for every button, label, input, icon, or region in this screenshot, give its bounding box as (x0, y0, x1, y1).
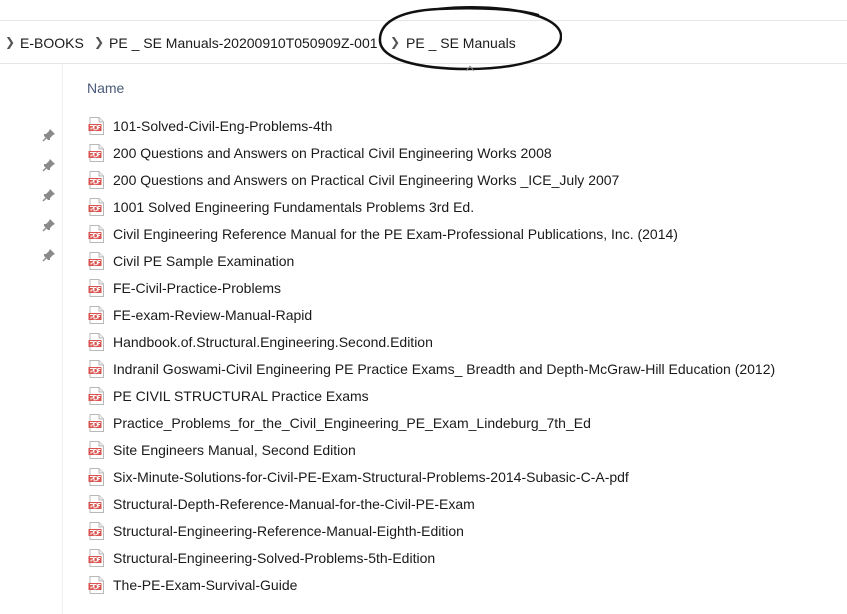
file-name: 101-Solved-Civil-Eng-Problems-4th (113, 118, 333, 134)
pin-icon (42, 189, 55, 202)
file-name: FE-Civil-Practice-Problems (113, 280, 282, 296)
file-name: Practice_Problems_for_the_Civil_Engineer… (113, 415, 591, 431)
file-row[interactable]: PE CIVIL STRUCTURAL Practice Exams (88, 385, 828, 407)
pdf-file-icon (88, 441, 105, 459)
nav-pane-divider (62, 64, 63, 614)
file-row[interactable]: Practice_Problems_for_the_Civil_Engineer… (88, 412, 828, 434)
file-row[interactable]: The-PE-Exam-Survival-Guide (88, 574, 828, 596)
file-row[interactable]: Structural-Engineering-Reference-Manual-… (88, 520, 828, 542)
file-row[interactable]: Indranil Goswami-Civil Engineering PE Pr… (88, 358, 828, 380)
file-name: Structural-Engineering-Reference-Manual-… (113, 523, 464, 539)
pdf-file-icon (88, 171, 105, 189)
file-name: Handbook.of.Structural.Engineering.Secon… (113, 334, 433, 350)
pdf-file-icon (88, 306, 105, 324)
file-name: Structural-Depth-Reference-Manual-for-th… (113, 496, 475, 512)
file-row[interactable]: FE-Civil-Practice-Problems (88, 277, 828, 299)
pdf-file-icon (88, 279, 105, 297)
file-name: The-PE-Exam-Survival-Guide (113, 577, 298, 593)
file-row[interactable]: 101-Solved-Civil-Eng-Problems-4th (88, 115, 828, 137)
pdf-file-icon (88, 252, 105, 270)
pdf-file-icon (88, 387, 105, 405)
file-name: 200 Questions and Answers on Practical C… (113, 145, 552, 161)
file-name: Civil PE Sample Examination (113, 253, 295, 269)
file-row[interactable]: Civil PE Sample Examination (88, 250, 828, 272)
file-name: Structural-Engineering-Solved-Problems-5… (113, 550, 436, 566)
file-name: FE-exam-Review-Manual-Rapid (113, 307, 313, 323)
breadcrumb-item-ebooks[interactable]: E-BOOKS (20, 35, 84, 51)
file-row[interactable]: FE-exam-Review-Manual-Rapid (88, 304, 828, 326)
breadcrumb-item-manuals-zip[interactable]: PE _ SE Manuals-20200910T050909Z-001 (109, 35, 378, 51)
pdf-file-icon (88, 495, 105, 513)
pdf-file-icon (88, 414, 105, 432)
file-row[interactable]: Civil Engineering Reference Manual for t… (88, 223, 828, 245)
column-header-name[interactable]: Name (87, 80, 124, 96)
pdf-file-icon (88, 117, 105, 135)
pdf-file-icon (88, 576, 105, 594)
pdf-file-icon (88, 522, 105, 540)
pin-icon (42, 159, 55, 172)
file-name: Civil Engineering Reference Manual for t… (113, 226, 678, 242)
pdf-file-icon (88, 333, 105, 351)
file-row[interactable]: 200 Questions and Answers on Practical C… (88, 142, 828, 164)
file-row[interactable]: Handbook.of.Structural.Engineering.Secon… (88, 331, 828, 353)
file-name: 200 Questions and Answers on Practical C… (113, 172, 620, 188)
pin-icon (42, 219, 55, 232)
file-row[interactable]: Site Engineers Manual, Second Edition (88, 439, 828, 461)
sort-caret-icon (466, 66, 474, 71)
file-name: PE CIVIL STRUCTURAL Practice Exams (113, 388, 369, 404)
file-name: Site Engineers Manual, Second Edition (113, 442, 356, 458)
file-name: Six-Minute-Solutions-for-Civil-PE-Exam-S… (113, 469, 629, 485)
pdf-file-icon (88, 198, 105, 216)
chevron-right-icon[interactable]: ❯ (5, 35, 15, 49)
file-row[interactable]: Structural-Depth-Reference-Manual-for-th… (88, 493, 828, 515)
file-name: 1001 Solved Engineering Fundamentals Pro… (113, 199, 475, 215)
chevron-right-icon[interactable]: ❯ (94, 35, 104, 49)
pdf-file-icon (88, 549, 105, 567)
breadcrumb-item-current[interactable]: PE _ SE Manuals (406, 35, 516, 51)
file-row[interactable]: 1001 Solved Engineering Fundamentals Pro… (88, 196, 828, 218)
file-row[interactable]: Six-Minute-Solutions-for-Civil-PE-Exam-S… (88, 466, 828, 488)
pdf-file-icon (88, 225, 105, 243)
title-strip (0, 0, 847, 21)
file-row[interactable]: Structural-Engineering-Solved-Problems-5… (88, 547, 828, 569)
chevron-right-icon[interactable]: ❯ (390, 35, 400, 49)
pin-icon (42, 249, 55, 262)
pdf-file-icon (88, 144, 105, 162)
breadcrumb: ❯ E-BOOKS ❯ PE _ SE Manuals-20200910T050… (0, 21, 847, 64)
pdf-file-icon (88, 360, 105, 378)
pin-icon (42, 129, 55, 142)
pdf-file-icon (88, 468, 105, 486)
file-row[interactable]: 200 Questions and Answers on Practical C… (88, 169, 828, 191)
file-name: Indranil Goswami-Civil Engineering PE Pr… (113, 361, 776, 377)
